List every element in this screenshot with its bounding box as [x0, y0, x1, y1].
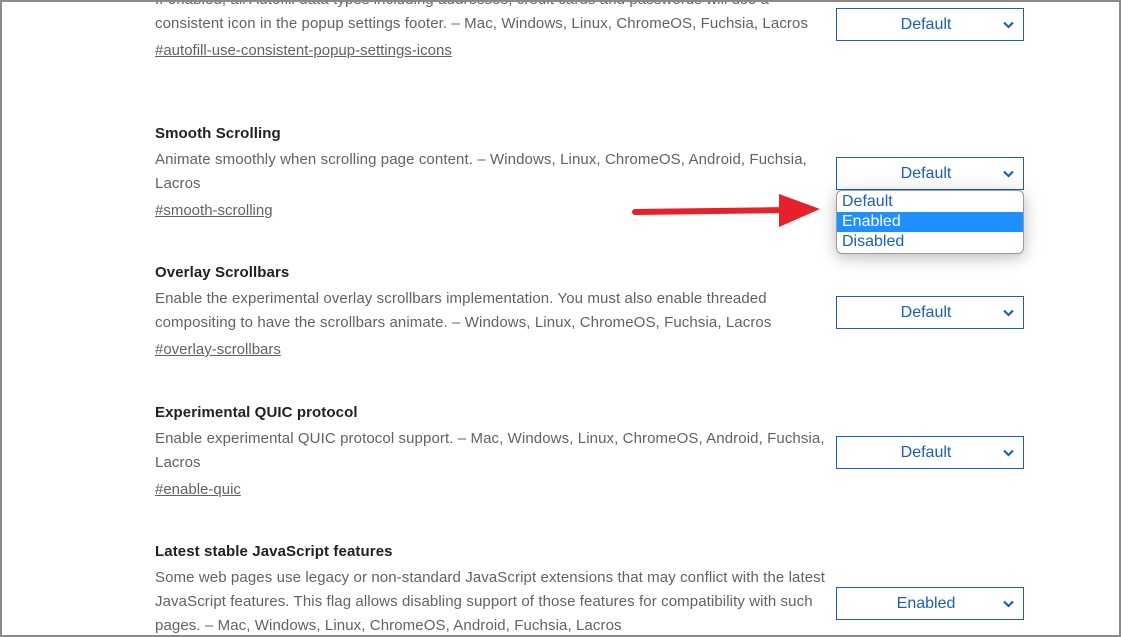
dropdown-option-disabled[interactable]: Disabled — [837, 232, 1023, 252]
arrow-shaft — [632, 207, 790, 215]
select-value: Default — [900, 303, 952, 321]
chevron-down-icon — [1003, 600, 1014, 608]
flag-autofill-consistent-icons: If enabled, all Autofill data types incl… — [155, 2, 835, 63]
chevron-down-icon — [1003, 170, 1014, 178]
flag-description-text: consistent icon in the popup settings fo… — [155, 15, 809, 32]
dropdown-option-enabled[interactable]: Enabled — [837, 212, 1023, 232]
annotation-arrow-icon — [632, 194, 820, 227]
flag-title: Experimental QUIC protocol — [155, 404, 358, 421]
dropdown-menu: Default Enabled Disabled — [836, 190, 1024, 254]
flag-select-enable-quic[interactable]: Default — [836, 436, 1024, 469]
flag-title: Overlay Scrollbars — [155, 264, 290, 281]
flag-title: Smooth Scrolling — [155, 125, 281, 142]
flag-link[interactable]: #overlay-scrollbars — [155, 338, 281, 362]
flag-select-smooth-scrolling[interactable]: Default — [836, 157, 1024, 190]
flag-select-autofill[interactable]: Default — [836, 8, 1024, 41]
select-value: Default — [900, 164, 952, 182]
flag-description-partial: If enabled, all Autofill data types incl… — [155, 2, 769, 8]
select-value: Enabled — [896, 594, 956, 612]
chrome-flags-page: If enabled, all Autofill data types incl… — [2, 2, 1119, 635]
flag-description: If enabled, all Autofill data types incl… — [155, 2, 835, 36]
flag-link[interactable]: #autofill-use-consistent-popup-settings-… — [155, 39, 452, 63]
flag-select-latest-stable-js[interactable]: Enabled — [836, 587, 1024, 620]
flag-description: Animate smoothly when scrolling page con… — [155, 151, 807, 192]
flag-latest-stable-js: Latest stable JavaScript features Some w… — [155, 542, 835, 635]
flag-enable-quic: Experimental QUIC protocol Enable experi… — [155, 403, 835, 502]
arrow-head — [779, 194, 820, 227]
flag-link[interactable]: #smooth-scrolling — [155, 199, 273, 223]
select-value: Default — [900, 15, 952, 33]
chevron-down-icon — [1003, 21, 1014, 29]
flag-description: Enable the experimental overlay scrollba… — [155, 290, 772, 331]
dropdown-option-default[interactable]: Default — [837, 192, 1023, 212]
flag-select-overlay-scrollbars[interactable]: Default — [836, 296, 1024, 329]
chevron-down-icon — [1003, 449, 1014, 457]
flag-title: Latest stable JavaScript features — [155, 543, 393, 560]
flag-overlay-scrollbars: Overlay Scrollbars Enable the experiment… — [155, 263, 835, 362]
flag-description: Some web pages use legacy or non-standar… — [155, 569, 826, 634]
chevron-down-icon — [1003, 309, 1014, 317]
flag-link[interactable]: #enable-quic — [155, 478, 241, 502]
flag-description: Enable experimental QUIC protocol suppor… — [155, 430, 825, 471]
select-value: Default — [900, 443, 952, 461]
